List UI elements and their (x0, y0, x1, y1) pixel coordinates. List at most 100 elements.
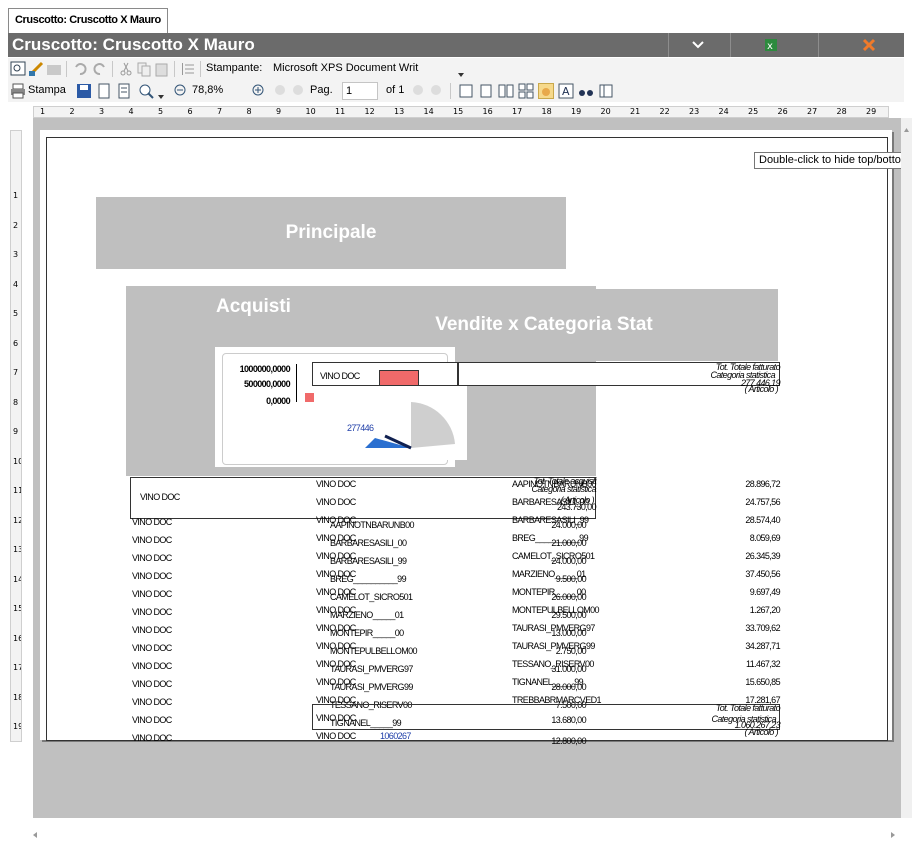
row-total: 24.757,56 (745, 497, 780, 507)
page-icon[interactable] (96, 83, 112, 99)
row-article: TAURASI_PMVERG97 (330, 664, 413, 674)
ruler-tick: 25 (748, 107, 759, 116)
find-icon[interactable] (578, 83, 594, 99)
open-icon[interactable] (46, 61, 62, 77)
row-value: 31.000,00 (551, 664, 586, 674)
ruler-tick: 16 (13, 633, 21, 643)
chevron-down-icon[interactable] (690, 39, 706, 51)
ruler-tick: 13 (13, 545, 21, 554)
row-category: VINO DOC (132, 715, 172, 725)
row-category: VINO DOC (132, 589, 172, 599)
ruler-tick: 17 (13, 663, 21, 672)
list-icon[interactable] (180, 61, 196, 77)
page-width-icon[interactable] (478, 83, 494, 99)
group-label: VINO DOC (140, 492, 180, 502)
ruler-tick: 24 (718, 107, 729, 116)
horizontal-scrollbar[interactable] (0, 818, 912, 845)
row-total: 34.287,71 (745, 641, 780, 651)
ruler-tick: 9 (276, 107, 282, 116)
design-icon[interactable] (28, 61, 44, 77)
outline-icon[interactable] (598, 83, 614, 99)
axis-label: 500000,0000 (244, 379, 291, 389)
row-category: VINO DOC (132, 571, 172, 581)
paste-icon[interactable] (154, 61, 170, 77)
ruler-tick: 16 (482, 107, 493, 116)
section-principale: Principale (96, 197, 566, 269)
redo-icon[interactable] (92, 61, 108, 77)
chevron-down-icon[interactable] (158, 89, 164, 99)
zoom-out-icon[interactable] (174, 84, 186, 96)
row-total: 28.896,72 (745, 479, 780, 489)
total-label: ( Articolo ) (744, 384, 779, 394)
row-total: 15.650,85 (745, 677, 780, 687)
close-icon[interactable] (862, 38, 876, 52)
single-page-icon[interactable] (458, 83, 474, 99)
copy-icon[interactable] (136, 61, 152, 77)
last-page-icon[interactable] (430, 84, 442, 96)
prev-page-icon[interactable] (292, 84, 304, 96)
zoom-in-icon[interactable] (252, 84, 264, 96)
title-separator (730, 33, 731, 57)
horizontal-ruler: 1 2 3 4 5 6 7 8 9 10 11 12 13 14 15 16 17 18 19 20 21 22 23 24 2… (33, 106, 889, 118)
row-category: VINO DOC (132, 607, 172, 617)
svg-text:x: x (767, 41, 773, 52)
page-setup-icon[interactable] (116, 83, 132, 99)
next-page-icon[interactable] (412, 84, 424, 96)
chart-bar (305, 393, 314, 402)
row-article: TAURASI_PMVERG99 (330, 682, 413, 692)
ruler-tick: 4 (13, 279, 19, 289)
row-total: 11.467,32 (746, 659, 781, 669)
save-icon[interactable] (76, 83, 92, 99)
undo-icon[interactable] (72, 61, 88, 77)
multi-page-icon[interactable] (518, 83, 534, 99)
gauge-value: 277446 (347, 423, 374, 433)
preview-icon[interactable] (10, 61, 26, 77)
vertical-scrollbar[interactable] (901, 118, 912, 822)
ruler-tick: 13 (394, 107, 405, 116)
ruler-tick: 14 (423, 107, 434, 116)
ruler-tick: 28 (836, 107, 847, 116)
cut-icon[interactable] (118, 61, 134, 77)
printer-icon[interactable] (10, 83, 26, 99)
ruler-tick: 18 (13, 692, 21, 702)
two-pages-icon[interactable] (498, 83, 514, 99)
ruler-tick: 22 (659, 107, 670, 116)
vertical-ruler: 1234567891011121314151617181920 (10, 130, 22, 742)
first-page-icon[interactable] (274, 84, 286, 96)
ruler-tick: 7 (217, 107, 223, 116)
hand-icon[interactable] (538, 83, 554, 99)
ruler-tick: 18 (541, 107, 552, 116)
text-select-icon[interactable]: A (558, 83, 574, 99)
tab-cruscotto[interactable]: Cruscotto: Cruscotto X Mauro (8, 8, 168, 33)
zoom-value[interactable]: 78,8% (192, 84, 223, 96)
ruler-tick: 11 (13, 486, 21, 495)
row-article: MONTEPIR_____00 (330, 628, 404, 638)
ruler-tick: 2 (13, 220, 19, 230)
row-value: 28.000,00 (551, 682, 586, 692)
ruler-tick: 10 (13, 456, 21, 466)
row-category: VINO DOC (132, 535, 172, 545)
row-category: VINO DOC (316, 731, 356, 741)
row-total: 33.709,62 (745, 623, 780, 633)
row-article: BREG__________99 (330, 574, 407, 584)
zoom-icon[interactable] (138, 83, 154, 99)
printer-select[interactable]: Microsoft XPS Document Writ (270, 60, 470, 78)
ruler-tick: 29 (866, 107, 877, 116)
page-input[interactable]: 1 (342, 82, 378, 100)
ruler-tick: 23 (689, 107, 700, 116)
row-category: VINO DOC (132, 643, 172, 653)
row-category: VINO DOC (316, 479, 356, 489)
tooltip: Double-click to hide top/botto (754, 152, 906, 169)
ruler-tick: 19 (571, 107, 582, 116)
vend-total-label: Tot. Totale fatturato (715, 703, 781, 713)
chevron-down-icon[interactable] (458, 67, 464, 77)
print-button[interactable]: Stampa (28, 84, 66, 96)
row-total: 8.059,69 (749, 533, 781, 543)
row-total: 37.450,56 (745, 569, 780, 579)
tab-strip: Cruscotto: Cruscotto X Mauro (0, 0, 912, 33)
separator (112, 61, 113, 77)
ruler-tick: 27 (807, 107, 818, 116)
page-label: Pag. (310, 84, 333, 96)
excel-icon[interactable]: x (764, 37, 780, 53)
row-category: VINO DOC (132, 661, 172, 671)
